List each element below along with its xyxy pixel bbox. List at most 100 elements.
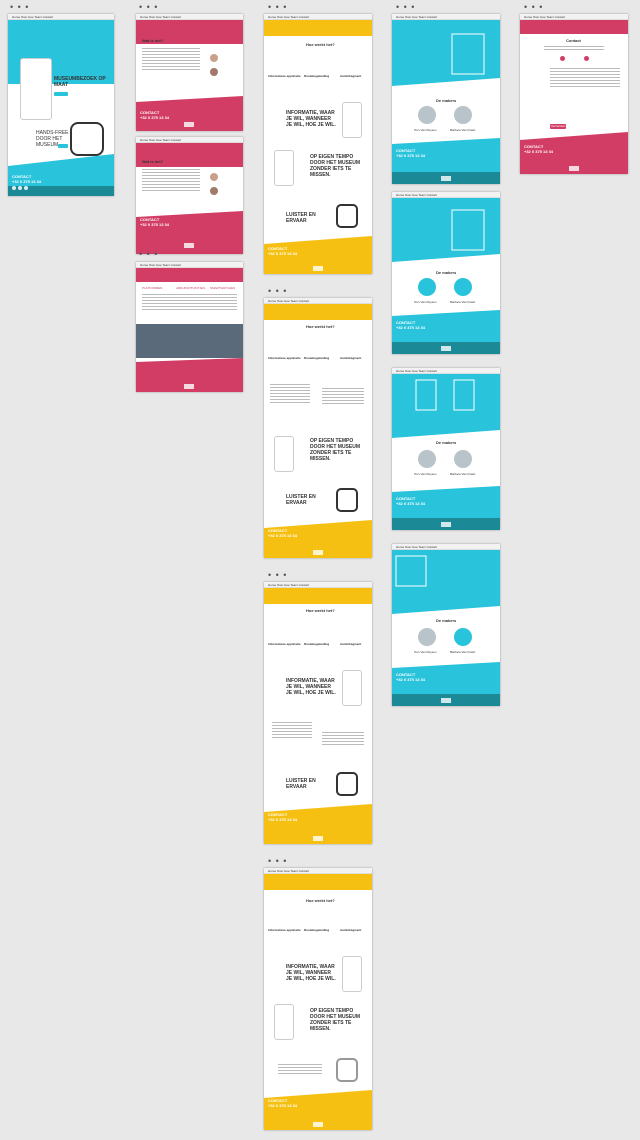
browser-bar: Home Over Hoe Team Contact	[136, 14, 243, 20]
headline-c: LUISTER EN ERVAAR	[286, 212, 316, 224]
hero-button[interactable]	[54, 92, 68, 96]
browser-bar: Home Over Hoe Team Contact	[136, 262, 243, 268]
twitter-icon[interactable]	[18, 186, 22, 190]
body-text	[142, 169, 200, 193]
makers-title: De makers	[436, 618, 457, 623]
footer-logo	[184, 384, 194, 389]
contact-phone[interactable]: +32 0 375 13 34	[268, 1103, 297, 1108]
nav-links[interactable]: Home Over Hoe Team Contact	[524, 15, 565, 19]
phone-mockup	[274, 436, 294, 472]
contact-phone[interactable]: +32 0 375 13 34	[140, 115, 169, 120]
footer-logo	[441, 522, 451, 527]
footer-logo	[313, 550, 323, 555]
avatar-maker-1	[418, 628, 436, 646]
artboard-what[interactable]: Home Over Hoe Team Contact Wat is het? C…	[136, 14, 243, 131]
contact-phone[interactable]: +32 0 375 13 34	[396, 677, 425, 682]
nav-links[interactable]: Home Over Hoe Team Contact	[268, 583, 309, 587]
section-title: Hoe werkt het?	[306, 42, 335, 47]
nav-links[interactable]: Home Over Hoe Team Contact	[396, 15, 437, 19]
avatar-maker-2	[454, 106, 472, 124]
artboard-how-alt[interactable]: Home Over Hoe Team Contact Hoe werkt het…	[264, 298, 372, 558]
footer-logo	[441, 346, 451, 351]
browser-bar: Home Over Hoe Team Contact	[392, 544, 500, 550]
nav-links[interactable]: Home Over Hoe Team Contact	[140, 138, 181, 142]
mail-icon	[584, 56, 589, 61]
browser-bar: Home Over Hoe Team Contact	[520, 14, 628, 20]
body-text	[322, 732, 364, 747]
artboard-menu-dots[interactable]: • • •	[10, 3, 29, 12]
send-button-label[interactable]: Verzenden	[551, 124, 565, 129]
artboard-menu-dots[interactable]: • • •	[268, 287, 287, 296]
artboard-compare[interactable]: Home Over Hoe Team Contact PLATFORMEN AR…	[136, 262, 243, 392]
contact-phone[interactable]: +32 0 375 13 34	[12, 179, 41, 184]
artboard-menu-dots[interactable]: • • •	[524, 3, 543, 12]
feature-1: Informatieve applicatie	[268, 928, 301, 932]
browser-bar: Home Over Hoe Team Contact	[392, 368, 500, 374]
headline-a: INFORMATIE, WAAR JE WIL, WANNEER JE WIL,…	[286, 110, 336, 128]
body-text	[272, 722, 312, 740]
section-title: Wat is het?	[142, 159, 164, 164]
facebook-icon[interactable]	[12, 186, 16, 190]
feature-1: Informatieve applicatie	[268, 642, 301, 646]
artboard-menu-dots[interactable]: • • •	[268, 3, 287, 12]
nav-links[interactable]: Home Over Hoe Team Contact	[396, 193, 437, 197]
nav-links[interactable]: Home Over Hoe Team Contact	[140, 15, 181, 19]
contact-phone[interactable]: +32 0 375 13 34	[396, 501, 425, 506]
artboard-what-alt[interactable]: Home Over Hoe Team Contact Wat is het? C…	[136, 137, 243, 254]
avatar-maker-2	[454, 628, 472, 646]
artboard-makers-v3[interactable]: Home Over Hoe Team Contact De makers Tom…	[392, 368, 500, 530]
avatar-maker-2	[454, 278, 472, 296]
contact-phone[interactable]: +32 0 375 13 34	[268, 251, 297, 256]
nav-links[interactable]: Home Over Hoe Team Contact	[396, 545, 437, 549]
footer-logo	[313, 836, 323, 841]
section-title: Hoe werkt het?	[306, 608, 335, 613]
avatar	[210, 187, 218, 195]
artboard-makers-v4[interactable]: Home Over Hoe Team Contact De makers Tom…	[392, 544, 500, 706]
footer-logo	[441, 698, 451, 703]
headline-b: OP EIGEN TEMPO DOOR HET MUSEUM ZONDER IE…	[310, 1008, 360, 1032]
nav-links[interactable]: Home Over Hoe Team Contact	[268, 869, 309, 873]
nav-links[interactable]: Home Over Hoe Team Contact	[12, 15, 53, 19]
nav-links[interactable]: Home Over Hoe Team Contact	[396, 369, 437, 373]
artboard-makers[interactable]: Home Over Hoe Team Contact De makers Tom…	[392, 14, 500, 184]
contact-phone[interactable]: +32 0 375 13 34	[268, 533, 297, 538]
contact-phone[interactable]: +32 0 375 13 34	[524, 149, 553, 154]
artboard-contact[interactable]: Home Over Hoe Team Contact Contact Verze…	[520, 14, 628, 174]
artboard-menu-dots[interactable]: • • •	[396, 3, 415, 12]
nav-links[interactable]: Home Over Hoe Team Contact	[140, 263, 181, 267]
artboard-menu-dots[interactable]: • • •	[268, 857, 287, 866]
feature-1: Informatieve applicatie	[268, 74, 301, 78]
artboard-menu-dots[interactable]: • • •	[268, 571, 287, 580]
feature-2: Routebegeleiding	[304, 928, 330, 932]
table-header-1: PLATFORMEN	[142, 286, 163, 290]
headline-b: OP EIGEN TEMPO DOOR HET MUSEUM ZONDER IE…	[310, 438, 360, 462]
body-text	[322, 388, 364, 406]
maker-name-2: Barbara Van Fraeh	[450, 472, 476, 476]
nav-links[interactable]: Home Over Hoe Team Contact	[268, 299, 309, 303]
contact-phone[interactable]: +32 0 375 13 34	[268, 817, 297, 822]
artboard-how-v3[interactable]: Home Over Hoe Team Contact Hoe werkt het…	[264, 582, 372, 844]
contact-phone[interactable]: +32 0 375 13 34	[396, 153, 425, 158]
contact-phone[interactable]: +32 0 375 13 34	[396, 325, 425, 330]
nav-links[interactable]: Home Over Hoe Team Contact	[268, 15, 309, 19]
artboard-menu-dots[interactable]: • • •	[139, 250, 158, 259]
artboard-home[interactable]: Home Over Hoe Team Contact MUSEUMBEZOEK …	[8, 14, 114, 196]
table-header-2: ARDUINO/TUINTJES	[176, 286, 206, 290]
footer-logo	[184, 122, 194, 127]
artboard-how-v4[interactable]: Home Over Hoe Team Contact Hoe werkt het…	[264, 868, 372, 1130]
contact-phone[interactable]: +32 0 375 13 34	[140, 222, 169, 227]
artboard-how[interactable]: Home Over Hoe Team Contact Hoe werkt het…	[264, 14, 372, 274]
artboard-menu-dots[interactable]: • • •	[139, 3, 158, 12]
makers-title: De makers	[436, 98, 457, 103]
sub-button[interactable]	[58, 144, 68, 148]
intro-text	[544, 46, 604, 52]
watch-icon	[336, 1058, 358, 1082]
maker-name-2: Barbara Van Fraeh	[450, 300, 476, 304]
phone-mockup	[274, 1004, 294, 1040]
form-fields[interactable]	[550, 68, 620, 89]
instagram-icon[interactable]	[24, 186, 28, 190]
artboard-makers-alt[interactable]: Home Over Hoe Team Contact De makers Tom…	[392, 192, 500, 354]
hero-band	[392, 14, 500, 86]
phone-mockup	[342, 956, 362, 992]
comparison-rows	[142, 294, 237, 312]
